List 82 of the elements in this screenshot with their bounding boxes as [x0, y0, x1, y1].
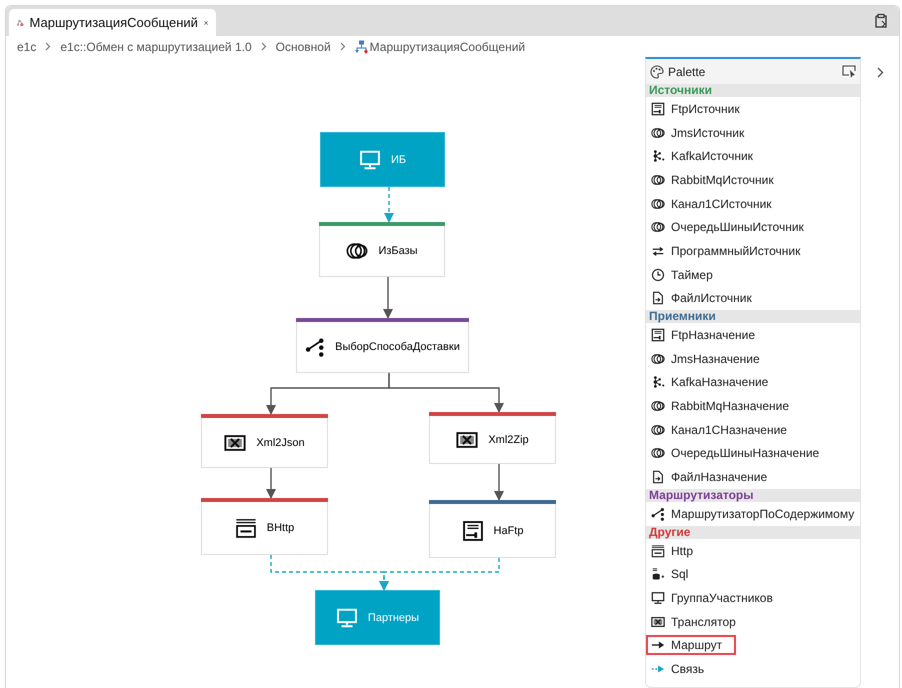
- node-label: НаFtp: [494, 524, 524, 536]
- rings-icon: [651, 220, 665, 234]
- rings-icon: [651, 446, 665, 460]
- select-cursor-icon[interactable]: [842, 65, 856, 78]
- node-label: ИБ: [390, 154, 406, 166]
- rings-icon: [651, 126, 665, 140]
- rings-icon: [651, 172, 665, 187]
- chevron-icon: [45, 42, 52, 51]
- route-arrow: [266, 468, 276, 499]
- component-node[interactable]: НаFtp: [429, 500, 556, 558]
- flow-icon: [354, 40, 368, 54]
- palette-item[interactable]: ФайлНазначение: [646, 467, 782, 488]
- clipboard-icon[interactable]: [873, 13, 889, 29]
- rings-icon: [651, 399, 665, 414]
- branch-icon: [305, 337, 326, 357]
- nodes-icon: [651, 149, 665, 164]
- component-node[interactable]: ВHttp: [201, 498, 328, 555]
- component-node[interactable]: ВыборСпособаДоставки: [296, 318, 469, 373]
- section-header: Источники: [646, 84, 860, 97]
- breadcrumb-link[interactable]: e1c::Обмен с маршрутизацией 1.0: [60, 40, 252, 54]
- node-label: Партнеры: [368, 612, 420, 624]
- node-label: Xml2Json: [256, 436, 305, 448]
- palette-item[interactable]: ФайлИсточник: [646, 288, 766, 308]
- palette-item[interactable]: RabbitMqНазначение: [646, 396, 804, 416]
- palette-item[interactable]: ПрограммныйИсточник: [646, 240, 814, 261]
- node-label: Xml2Zip: [488, 434, 529, 446]
- palette-item[interactable]: Маршрут: [646, 635, 736, 656]
- palette-item[interactable]: МаршрутизаторПоСодержимому: [646, 504, 868, 524]
- component-node[interactable]: Xml2Zip: [429, 412, 556, 464]
- document-icon: [651, 291, 665, 306]
- boxed-bar-icon: [234, 517, 257, 539]
- palette-item[interactable]: ГруппаУчастников: [646, 588, 787, 608]
- component-node[interactable]: Xml2Json: [201, 414, 328, 468]
- rings-icon: [651, 422, 665, 437]
- palette-item[interactable]: FtpНазначение: [646, 325, 770, 346]
- rings-icon: [651, 352, 665, 366]
- section-header: Маршрутизаторы: [646, 489, 860, 502]
- palette-item[interactable]: Http: [646, 540, 708, 561]
- palette-item[interactable]: ОчередьШиныИсточник: [646, 217, 818, 238]
- route-arrow: [383, 277, 393, 319]
- route-arrow: [494, 464, 504, 501]
- chevron-icon: [340, 42, 346, 51]
- palette-item[interactable]: KafkaИсточник: [646, 146, 767, 166]
- document-icon: [651, 470, 665, 484]
- rings-icon: [651, 196, 665, 211]
- palette-item[interactable]: Канал1СНазначение: [646, 420, 801, 440]
- palette-item[interactable]: Sql: [646, 564, 702, 584]
- editor-tab[interactable]: МаршрутизацияСообщений: [9, 9, 216, 36]
- palette-item[interactable]: RabbitMqИсточник: [646, 170, 788, 190]
- nodes-icon: [651, 375, 665, 390]
- palette-item[interactable]: JmsИсточник: [646, 122, 758, 143]
- breadcrumb-link[interactable]: МаршрутизацияСообщений: [354, 40, 526, 54]
- database-icon: [651, 567, 665, 582]
- component-node[interactable]: ИзБазы: [319, 222, 445, 277]
- clock-icon: [651, 268, 665, 282]
- palette-item[interactable]: KafkaНазначение: [646, 372, 782, 392]
- breadcrumb-link[interactable]: Основной: [276, 40, 331, 54]
- palette-item[interactable]: Канал1СИсточник: [646, 194, 786, 214]
- breadcrumb-link[interactable]: e1c: [17, 40, 36, 54]
- section-header: Другие: [646, 526, 860, 539]
- palette-item[interactable]: FtpИсточник: [646, 98, 754, 119]
- boxed-bar-icon: [651, 544, 665, 558]
- section-header: Приемники: [646, 310, 860, 324]
- monitor-icon: [336, 606, 358, 628]
- link-arrow: [384, 187, 394, 223]
- palette-item[interactable]: Связь: [646, 658, 718, 679]
- palette-item[interactable]: ОчередьШиныНазначение: [646, 443, 834, 464]
- monitor-icon: [651, 590, 665, 605]
- chevron-icon[interactable]: [876, 67, 884, 78]
- tab-title: МаршрутизацияСообщений: [30, 15, 198, 30]
- palette-title: Palette: [668, 64, 706, 78]
- monitor-icon: [358, 148, 381, 170]
- boxed-cross-icon: [651, 614, 665, 629]
- chevron-icon: [260, 42, 267, 51]
- palette-icon: [650, 64, 664, 78]
- node-label: ВHttp: [266, 522, 294, 534]
- palette-item[interactable]: Таймер: [646, 264, 727, 285]
- node-label: ВыборСпособаДоставки: [335, 341, 460, 353]
- palette-item[interactable]: Транслятор: [646, 612, 750, 632]
- node-label: ИзБазы: [378, 245, 418, 257]
- branch-icon: [651, 506, 665, 521]
- palette-item[interactable]: JmsНазначение: [646, 348, 774, 369]
